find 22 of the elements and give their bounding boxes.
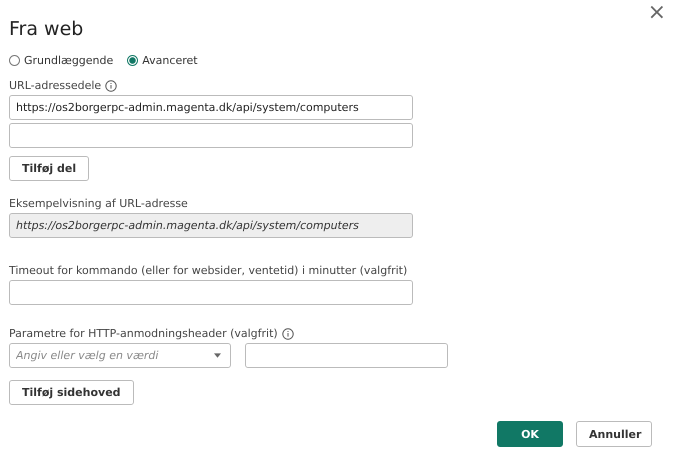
- add-header-button[interactable]: Tilføj sidehoved: [9, 380, 134, 405]
- ok-button[interactable]: OK: [497, 421, 563, 447]
- field-label: Timeout for kommando (eller for websider, ventetid) i minutter (valgfrit): [9, 264, 408, 277]
- add-part-button[interactable]: Tilføj del: [9, 156, 90, 181]
- close-button[interactable]: ×: [648, 2, 666, 24]
- url-preview-field: https://os2borgerpc-admin.magenta.dk/api/system/computers: [9, 213, 413, 238]
- info-icon: [105, 80, 118, 92]
- info-icon: [282, 328, 294, 340]
- radio-option[interactable]: Avanceret: [127, 54, 198, 67]
- field-label: Eksempelvisning af URL-adresse: [9, 197, 188, 210]
- caret-icon: [214, 353, 221, 358]
- dialog-title: Fra web: [9, 18, 84, 40]
- url-part-field[interactable]: https://os2borgerpc-admin.magenta.dk/api/system/computers: [9, 95, 413, 120]
- cancel-button[interactable]: Annuller: [576, 421, 652, 447]
- url-part-field[interactable]: [9, 123, 413, 148]
- radio-option[interactable]: Grundlæggende: [9, 54, 114, 67]
- timeout-field[interactable]: [9, 280, 413, 305]
- header-value-field[interactable]: [245, 343, 448, 368]
- radio-icon[interactable]: [127, 55, 138, 66]
- field-label: URL-adressedele: [9, 79, 102, 92]
- radio-icon[interactable]: [9, 55, 20, 66]
- field-label: Parametre for HTTP-anmodningsheader (valgfrit): [9, 327, 278, 340]
